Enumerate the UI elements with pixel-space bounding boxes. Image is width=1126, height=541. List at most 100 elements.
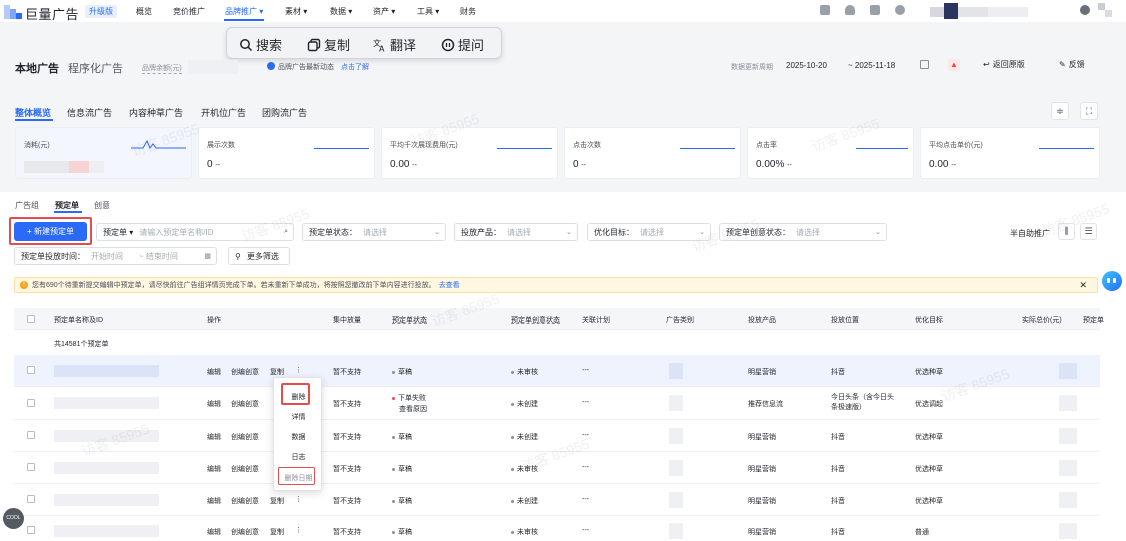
- bell-icon[interactable]: [845, 5, 855, 15]
- more-icon[interactable]: ⋮: [295, 526, 302, 534]
- row-checkbox[interactable]: [27, 526, 35, 534]
- nav-bidding[interactable]: 竞价推广: [173, 6, 205, 17]
- row-checkbox[interactable]: [27, 463, 35, 471]
- filter-settings-icon[interactable]: ☰: [1080, 223, 1097, 240]
- copy-button[interactable]: 复制: [307, 35, 350, 54]
- order-search[interactable]: 预定单 ▾ 请输入预定单名称/ID ⌕: [96, 223, 294, 241]
- copy-link[interactable]: 复制: [270, 527, 284, 537]
- creative-status-filter[interactable]: 预定单创意状态： 请选择 ⌄: [719, 223, 887, 241]
- table-row[interactable]: 编辑 创编创意 复制 ⋮ 暂不支持 草稿 未审核 --- 明星营销 抖音 普通: [14, 516, 1100, 541]
- upgrade-badge[interactable]: 升级版: [85, 5, 117, 18]
- order-select[interactable]: 预定单 ▾: [103, 227, 133, 238]
- logo-text[interactable]: 巨量广告: [25, 4, 79, 23]
- alert-icon[interactable]: ▲: [948, 59, 960, 71]
- feedback-button[interactable]: ✎ 反馈: [1059, 59, 1085, 70]
- copy-link[interactable]: 复制: [270, 367, 284, 377]
- close-icon[interactable]: ✕: [1079, 280, 1087, 291]
- new-order-button[interactable]: + 新建预定单: [14, 222, 87, 241]
- date-end[interactable]: ~ 2025-11-18: [848, 61, 895, 70]
- table-row[interactable]: 编辑 创编创意 暂不支持 草稿 未审核 --- 明星营销 抖音 优选种草: [14, 452, 1100, 484]
- product-filter[interactable]: 投放产品： 请选择 ⌄: [454, 223, 578, 241]
- more-icon[interactable]: ⋮: [295, 366, 302, 374]
- tab-feed[interactable]: 信息流广告: [67, 106, 112, 119]
- subtab-creative[interactable]: 创意: [94, 200, 110, 211]
- search-icon[interactable]: ⌕: [284, 228, 288, 236]
- menu-data[interactable]: 数据: [274, 432, 323, 442]
- clipboard-icon[interactable]: [820, 5, 830, 15]
- tab-groupbuy[interactable]: 团购流广告: [262, 106, 307, 119]
- nav-data[interactable]: 数据 ▾: [330, 6, 352, 17]
- avatar[interactable]: [1098, 3, 1112, 17]
- search-button[interactable]: 搜索: [239, 35, 282, 54]
- edit-link[interactable]: 编辑: [207, 367, 221, 377]
- metric-cost[interactable]: 消耗(元): [15, 127, 192, 179]
- table-row[interactable]: 编辑 创编创意 复制 ⋮ 暂不支持 草稿 未创建 --- 明星营销 抖音 优选种…: [14, 484, 1100, 516]
- more-icon[interactable]: ⋮: [295, 495, 302, 503]
- order-search-input[interactable]: 请输入预定单名称/ID: [139, 227, 213, 238]
- nav-overview[interactable]: 概览: [136, 6, 152, 17]
- tab-splash[interactable]: 开机位广告: [201, 106, 246, 119]
- create-creative-link[interactable]: 创编创意: [231, 399, 259, 409]
- compare-icon[interactable]: ≑: [1051, 102, 1069, 120]
- tab-content[interactable]: 内容种草广告: [129, 106, 183, 119]
- cool-icon[interactable]: COOL: [3, 508, 24, 529]
- create-creative-link[interactable]: 创编创意: [231, 496, 259, 506]
- back-original-button[interactable]: ↩ 返回原版: [983, 59, 1025, 70]
- table-row[interactable]: 编辑 创编创意 暂不支持 下单失败 查看原因 未创建 --- 推荐信息流 今日头…: [14, 387, 1100, 420]
- book-icon[interactable]: [870, 5, 880, 15]
- date-start[interactable]: 2025-10-20: [786, 61, 827, 70]
- notice-link[interactable]: 去查看: [439, 280, 460, 290]
- status-filter[interactable]: 预定单状态： 请选择 ⌄: [302, 223, 446, 241]
- select-all-checkbox[interactable]: [27, 315, 35, 323]
- account-name[interactable]: [930, 3, 1050, 19]
- edit-link[interactable]: 编辑: [207, 432, 221, 442]
- more-filters-button[interactable]: ⚲ 更多筛选: [228, 247, 290, 265]
- calendar-icon[interactable]: ▦: [204, 252, 211, 260]
- tab-overview[interactable]: 整体概览: [15, 106, 51, 119]
- metric-impressions[interactable]: 展示次数 0 --: [198, 127, 375, 179]
- gear-icon[interactable]: [1080, 5, 1090, 15]
- help-icon[interactable]: [895, 5, 905, 15]
- edit-link[interactable]: 编辑: [207, 527, 221, 537]
- table-row[interactable]: 编辑 创编创意 复制 ⋮ 暂不支持 草稿 未审核 --- 明星营销 抖音 优选种…: [14, 355, 1100, 387]
- goal-filter[interactable]: 优化目标： 请选择 ⌄: [587, 223, 711, 241]
- metric-cpm[interactable]: 平均千次展现费用(元) 0.00 --: [381, 127, 558, 179]
- nav-brand[interactable]: 品牌推广 ▾: [225, 6, 263, 17]
- create-creative-link[interactable]: 创编创意: [231, 464, 259, 474]
- edit-link[interactable]: 编辑: [207, 399, 221, 409]
- subtab-order[interactable]: 预定单: [55, 200, 79, 211]
- news-link[interactable]: 点击了解: [341, 62, 369, 72]
- menu-log[interactable]: 日志: [274, 452, 323, 462]
- copy-link[interactable]: 复制: [270, 496, 284, 506]
- metric-cpc[interactable]: 平均点击单价(元) 0.00 --: [920, 127, 1100, 179]
- edit-link[interactable]: 编辑: [207, 496, 221, 506]
- row-checkbox[interactable]: [27, 366, 35, 374]
- create-creative-link[interactable]: 创编创意: [231, 432, 259, 442]
- semi-auto-label[interactable]: 半自助推广: [1010, 228, 1050, 239]
- column-settings-icon[interactable]: ⫼: [1058, 223, 1075, 240]
- edit-link[interactable]: 编辑: [207, 464, 221, 474]
- row-checkbox[interactable]: [27, 431, 35, 439]
- nav-tools[interactable]: 工具 ▾: [417, 6, 439, 17]
- metric-clicks[interactable]: 点击次数 0 --: [564, 127, 741, 179]
- translate-button[interactable]: 文A 翻译: [373, 35, 416, 54]
- nav-material[interactable]: 素材 ▾: [285, 6, 307, 17]
- table-row[interactable]: 编辑 创编创意 暂不支持 草稿 未创建 --- 明星营销 抖音 优选种草: [14, 420, 1100, 452]
- nav-assets[interactable]: 资产 ▾: [373, 6, 395, 17]
- time-end-input[interactable]: ~ 结束时间: [139, 251, 178, 262]
- menu-detail[interactable]: 详情: [274, 412, 323, 422]
- row-checkbox[interactable]: [27, 495, 35, 503]
- create-creative-link[interactable]: 创编创意: [231, 527, 259, 537]
- ask-button[interactable]: 提问: [441, 35, 484, 54]
- calendar-icon[interactable]: [920, 60, 929, 69]
- time-filter[interactable]: 预定单投放时间： 开始时间 ~ 结束时间 ▦: [14, 247, 217, 265]
- view-reason-link[interactable]: 查看原因: [399, 404, 427, 414]
- row-checkbox[interactable]: [27, 399, 35, 407]
- metric-ctr[interactable]: 点击率 0.00% --: [747, 127, 914, 179]
- fullscreen-icon[interactable]: ⛶: [1080, 102, 1098, 120]
- subtab-adgroup[interactable]: 广告组: [15, 200, 39, 211]
- time-start-input[interactable]: 开始时间: [91, 251, 123, 262]
- assistant-icon[interactable]: [1102, 271, 1122, 291]
- create-creative-link[interactable]: 创编创意: [231, 367, 259, 377]
- nav-finance[interactable]: 财务: [460, 6, 476, 17]
